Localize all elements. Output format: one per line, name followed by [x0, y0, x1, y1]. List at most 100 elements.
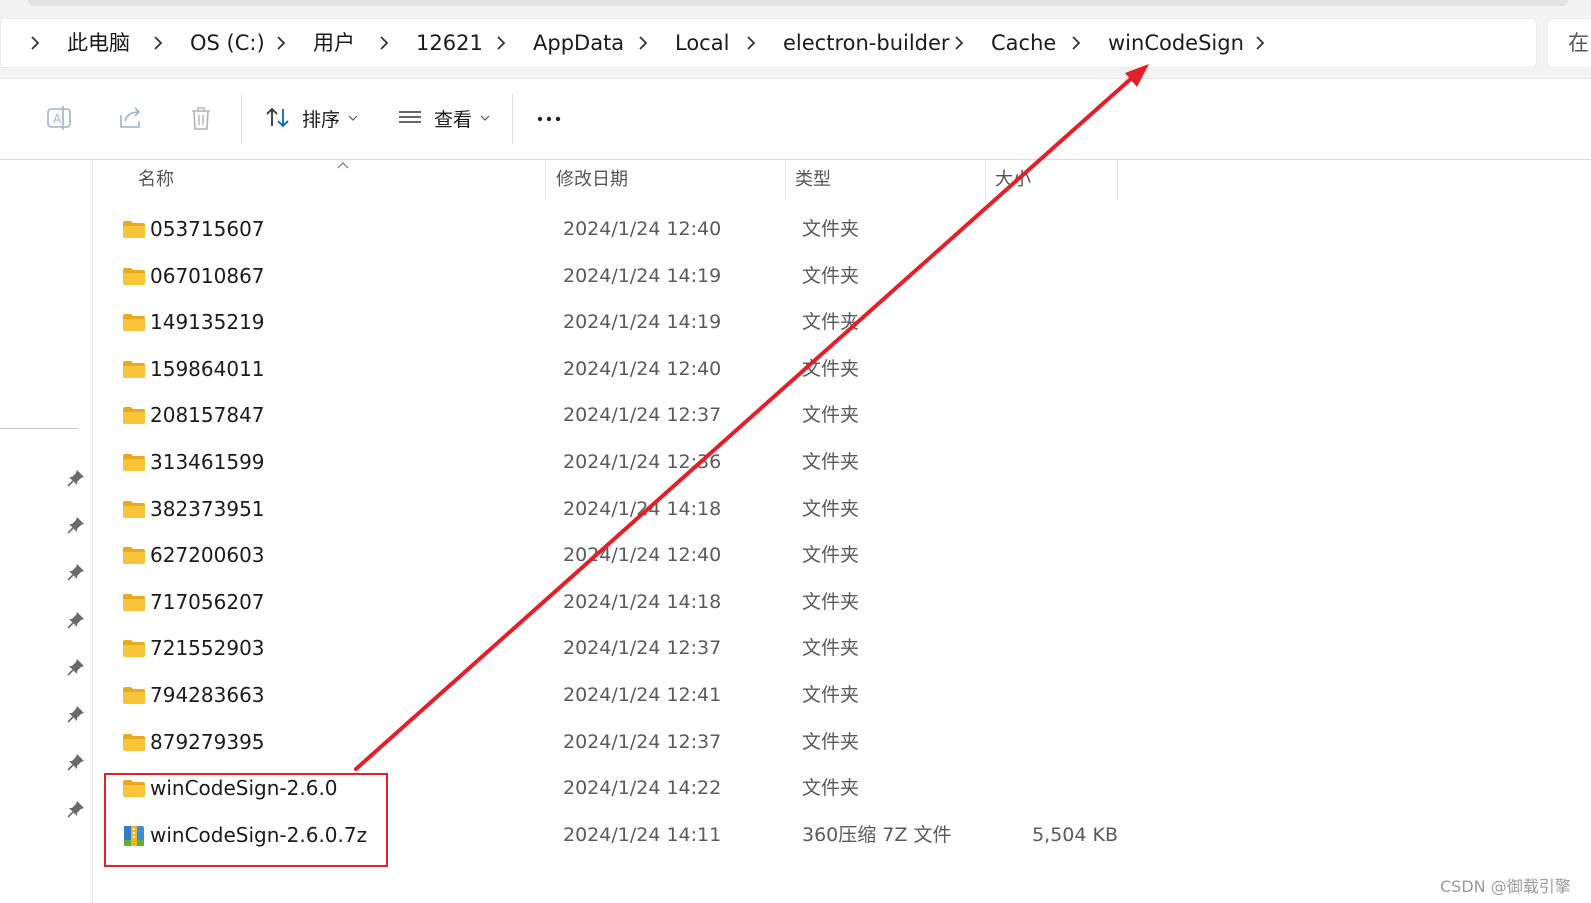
file-name: 067010867 [150, 263, 265, 288]
pin-icon[interactable] [66, 468, 86, 488]
breadcrumb-item[interactable]: electron-builder [783, 19, 950, 67]
nav-divider [0, 428, 78, 429]
file-type: 360压缩 7Z 文件 [802, 823, 952, 846]
file-name: 159864011 [150, 356, 265, 381]
file-date: 2024/1/24 14:19 [563, 311, 722, 334]
breadcrumb-item[interactable]: OS (C:) [190, 19, 265, 67]
address-bar[interactable]: 此电脑 OS (C:) 用户 12621 AppData Local elect… [0, 18, 1537, 68]
file-date: 2024/1/24 14:18 [563, 590, 722, 613]
folder-icon [122, 358, 146, 380]
breadcrumb-item[interactable]: Local [675, 19, 729, 67]
file-name: 717056207 [150, 589, 265, 614]
pin-icon[interactable] [66, 515, 86, 535]
column-divider[interactable] [785, 160, 786, 200]
file-row[interactable]: 879279395 2024/1/24 12:37 文件夹 [106, 719, 1136, 765]
file-row[interactable]: 717056207 2024/1/24 14:18 文件夹 [106, 579, 1136, 625]
file-date: 2024/1/24 14:22 [563, 777, 722, 800]
rename-icon[interactable]: A [42, 101, 76, 135]
tab-strip [28, 0, 1568, 6]
breadcrumb-item[interactable]: AppData [533, 19, 624, 67]
breadcrumb-item[interactable]: 此电脑 [67, 19, 130, 67]
search-input[interactable]: 在 [1547, 18, 1591, 68]
file-name: 879279395 [150, 729, 265, 754]
highlight-box [104, 773, 388, 867]
file-name: 208157847 [150, 403, 265, 428]
file-type: 文件夹 [802, 264, 860, 287]
folder-icon [122, 684, 146, 706]
breadcrumb-item[interactable]: 12621 [416, 19, 483, 67]
chevron-right-icon[interactable] [493, 34, 509, 52]
chevron-right-icon[interactable] [1068, 34, 1084, 52]
file-name: 313461599 [150, 450, 265, 474]
file-row[interactable]: 627200603 2024/1/24 12:40 文件夹 [106, 532, 1136, 578]
svg-text:A: A [53, 112, 62, 126]
file-date: 2024/1/24 12:37 [563, 404, 722, 427]
file-date: 2024/1/24 12:37 [563, 730, 722, 753]
breadcrumb-item[interactable]: winCodeSign [1108, 19, 1244, 67]
file-name: 721552903 [150, 636, 265, 661]
column-divider[interactable] [1117, 160, 1118, 200]
file-size: 5,504 KB [1032, 823, 1118, 846]
chevron-down-icon [480, 115, 490, 121]
view-button[interactable]: 查看 [396, 97, 490, 139]
folder-icon [122, 637, 146, 659]
view-list-icon [399, 111, 421, 123]
pin-icon[interactable] [66, 562, 86, 582]
file-row[interactable]: 149135219 2024/1/24 14:19 文件夹 [106, 299, 1136, 345]
watermark: CSDN @御载引擎 [1440, 877, 1571, 896]
column-header-size[interactable]: 大小 [995, 160, 1031, 200]
more-icon [537, 116, 561, 122]
more-options-button[interactable] [535, 97, 563, 139]
pin-icon[interactable] [66, 752, 86, 772]
chevron-right-icon[interactable] [1252, 34, 1268, 52]
chevron-right-icon[interactable] [951, 34, 967, 52]
trash-icon[interactable] [184, 101, 218, 135]
chevron-right-icon[interactable] [150, 34, 166, 52]
file-date: 2024/1/24 12:40 [563, 218, 722, 240]
chevron-right-icon[interactable] [376, 34, 392, 52]
chevron-right-icon[interactable] [273, 34, 289, 52]
file-date: 2024/1/24 12:40 [563, 357, 722, 380]
chevron-right-icon[interactable] [27, 34, 43, 52]
file-date: 2024/1/24 14:18 [563, 497, 722, 520]
file-date: 2024/1/24 14:19 [563, 264, 722, 287]
pin-icon[interactable] [66, 657, 86, 677]
column-header-name[interactable]: 名称 [138, 160, 174, 200]
file-type: 文件夹 [802, 730, 860, 753]
file-row[interactable]: 053715607 2024/1/24 12:40 文件夹 [106, 206, 1136, 252]
column-header-type[interactable]: 类型 [795, 160, 831, 200]
file-row[interactable]: 067010867 2024/1/24 14:19 文件夹 [106, 253, 1136, 299]
file-name: 627200603 [150, 543, 265, 568]
file-type: 文件夹 [802, 777, 860, 800]
folder-icon [122, 404, 146, 426]
chevron-right-icon[interactable] [743, 34, 759, 52]
view-label: 查看 [434, 108, 473, 131]
file-row[interactable]: 382373951 2024/1/24 14:18 文件夹 [106, 486, 1136, 532]
toolbar-divider [512, 94, 513, 144]
file-row[interactable]: 159864011 2024/1/24 12:40 文件夹 [106, 346, 1136, 392]
file-date: 2024/1/24 12:40 [563, 544, 722, 567]
chevron-right-icon[interactable] [635, 34, 651, 52]
file-row[interactable]: 721552903 2024/1/24 12:37 文件夹 [106, 625, 1136, 671]
toolbar-divider [241, 94, 242, 144]
column-divider[interactable] [545, 160, 546, 200]
file-date: 2024/1/24 14:11 [563, 823, 722, 846]
file-row[interactable]: 208157847 2024/1/24 12:37 文件夹 [106, 392, 1136, 438]
breadcrumb-item[interactable]: Cache [991, 19, 1056, 67]
file-type: 文件夹 [802, 497, 860, 520]
file-row[interactable]: 794283663 2024/1/24 12:41 文件夹 [106, 672, 1136, 718]
sort-button[interactable]: 排序 [264, 97, 358, 139]
folder-icon [122, 265, 146, 287]
chevron-down-icon [348, 115, 358, 121]
pin-icon[interactable] [66, 799, 86, 819]
file-row[interactable]: 313461599 2024/1/24 12:36 文件夹 [106, 439, 1136, 485]
sort-ascending-icon [337, 162, 349, 169]
file-name: 794283663 [150, 683, 265, 707]
share-icon[interactable] [113, 101, 147, 135]
column-divider[interactable] [985, 160, 986, 200]
file-date: 2024/1/24 12:36 [563, 451, 722, 473]
pin-icon[interactable] [66, 610, 86, 630]
column-header-date[interactable]: 修改日期 [556, 160, 628, 200]
breadcrumb-item[interactable]: 用户 [313, 19, 355, 67]
pin-icon[interactable] [66, 704, 86, 724]
